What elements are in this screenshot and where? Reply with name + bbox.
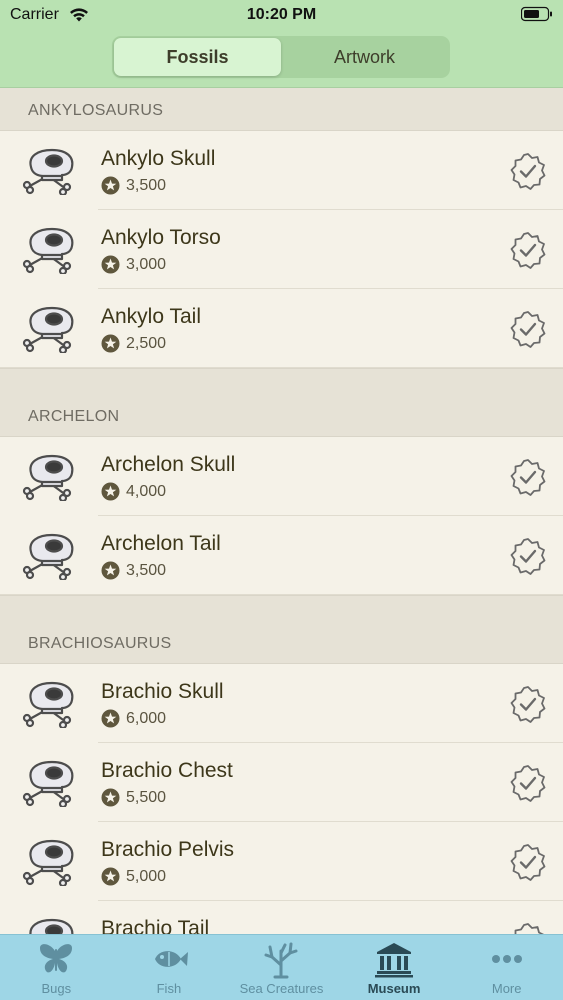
coral-icon (261, 939, 301, 979)
clock: 10:20 PM (246, 6, 317, 23)
list-item[interactable]: Brachio Skull 6,000 (0, 664, 563, 743)
tab-label: Sea Creatures (239, 981, 324, 996)
item-price: 2,500 (126, 334, 167, 352)
segmented-control: Fossils Artwork (112, 36, 450, 78)
price-row: 6,000 (101, 709, 166, 728)
tab-label: Museum (367, 981, 421, 996)
price-row: 3,500 (101, 176, 166, 195)
price-row: 3,500 (101, 561, 166, 580)
donated-check-icon[interactable] (509, 922, 547, 934)
item-name: Ankylo Tail (101, 305, 201, 328)
more-icon (487, 939, 527, 979)
museum-icon (374, 939, 414, 979)
item-price: 3,500 (126, 176, 167, 194)
star-icon (101, 255, 120, 274)
star-icon (101, 867, 120, 886)
donated-check-icon[interactable] (509, 537, 547, 575)
list-item[interactable]: Brachio Tail (0, 901, 563, 934)
battery-icon (521, 6, 552, 22)
status-bar: Carrier 10:20 PM (0, 0, 563, 32)
item-name: Brachio Tail (101, 917, 210, 934)
section-header: ARCHELON (0, 368, 563, 437)
price-row: 5,000 (101, 867, 166, 886)
price-row: 5,500 (101, 788, 166, 807)
price-row: 3,000 (101, 255, 166, 274)
fossil-icon (22, 759, 78, 809)
item-price: 3,500 (126, 561, 167, 579)
tab-museum[interactable]: Museum (338, 935, 451, 1000)
list-item[interactable]: Brachio Chest 5,500 (0, 743, 563, 822)
section-header: BRACHIOSAURUS (0, 595, 563, 664)
row-divider (0, 367, 563, 368)
item-price: 5,500 (126, 788, 167, 806)
tab-more[interactable]: More (450, 935, 563, 1000)
fossil-icon (22, 226, 78, 276)
price-row: 4,000 (101, 482, 166, 501)
donated-check-icon[interactable] (509, 764, 547, 802)
fossil-list[interactable]: ANKYLOSAURUS Ankylo Skull 3,500 Ankylo T… (0, 88, 563, 934)
section-rows: Brachio Skull 6,000 Brachio Chest 5,500 … (0, 664, 563, 934)
tab-label: More (491, 981, 522, 996)
fossil-icon (22, 453, 78, 503)
segment-artwork[interactable]: Artwork (281, 38, 448, 76)
item-name: Archelon Skull (101, 453, 236, 476)
item-price: 3,000 (126, 255, 167, 273)
tab-fish[interactable]: Fish (113, 935, 226, 1000)
item-name: Brachio Chest (101, 759, 233, 782)
item-name: Ankylo Torso (101, 226, 221, 249)
fossil-icon (22, 680, 78, 730)
segment-fossils[interactable]: Fossils (114, 38, 281, 76)
section-header: ANKYLOSAURUS (0, 88, 563, 131)
star-icon (101, 709, 120, 728)
list-item[interactable]: Ankylo Skull 3,500 (0, 131, 563, 210)
donated-check-icon[interactable] (509, 843, 547, 881)
item-name: Brachio Pelvis (101, 838, 235, 861)
star-icon (101, 176, 120, 195)
row-divider (0, 594, 563, 595)
donated-check-icon[interactable] (509, 685, 547, 723)
fossil-icon (22, 305, 78, 355)
star-icon (101, 788, 120, 807)
donated-check-icon[interactable] (509, 231, 547, 269)
list-item[interactable]: Ankylo Tail 2,500 (0, 289, 563, 368)
tab-label: Bugs (41, 981, 72, 996)
fossil-icon (22, 917, 78, 934)
list-item[interactable]: Archelon Tail 3,500 (0, 516, 563, 595)
item-name: Brachio Skull (101, 680, 224, 703)
list-item[interactable]: Brachio Pelvis 5,000 (0, 822, 563, 901)
section-rows: Ankylo Skull 3,500 Ankylo Torso 3,000 An… (0, 131, 563, 368)
tab-sea-creatures[interactable]: Sea Creatures (225, 935, 338, 1000)
list-item[interactable]: Archelon Skull 4,000 (0, 437, 563, 516)
item-price: 5,000 (126, 867, 167, 885)
tab-label: Fish (156, 981, 182, 996)
donated-check-icon[interactable] (509, 310, 547, 348)
star-icon (101, 334, 120, 353)
fish-icon (149, 939, 189, 979)
tab-bugs[interactable]: Bugs (0, 935, 113, 1000)
butterfly-icon (36, 939, 76, 979)
price-row: 2,500 (101, 334, 166, 353)
fossil-icon (22, 532, 78, 582)
star-icon (101, 482, 120, 501)
section-rows: Archelon Skull 4,000 Archelon Tail 3,500 (0, 437, 563, 595)
fossil-icon (22, 147, 78, 197)
item-price: 6,000 (126, 709, 167, 727)
star-icon (101, 561, 120, 580)
donated-check-icon[interactable] (509, 458, 547, 496)
item-price: 4,000 (126, 482, 167, 500)
top-header: Carrier 10:20 PM Fossils Artwork (0, 0, 563, 88)
item-name: Ankylo Skull (101, 147, 216, 170)
list-item[interactable]: Ankylo Torso 3,000 (0, 210, 563, 289)
tab-bar: Bugs Fish Sea Creatures Museum More (0, 934, 563, 1000)
donated-check-icon[interactable] (509, 152, 547, 190)
fossil-icon (22, 838, 78, 888)
item-name: Archelon Tail (101, 532, 221, 555)
